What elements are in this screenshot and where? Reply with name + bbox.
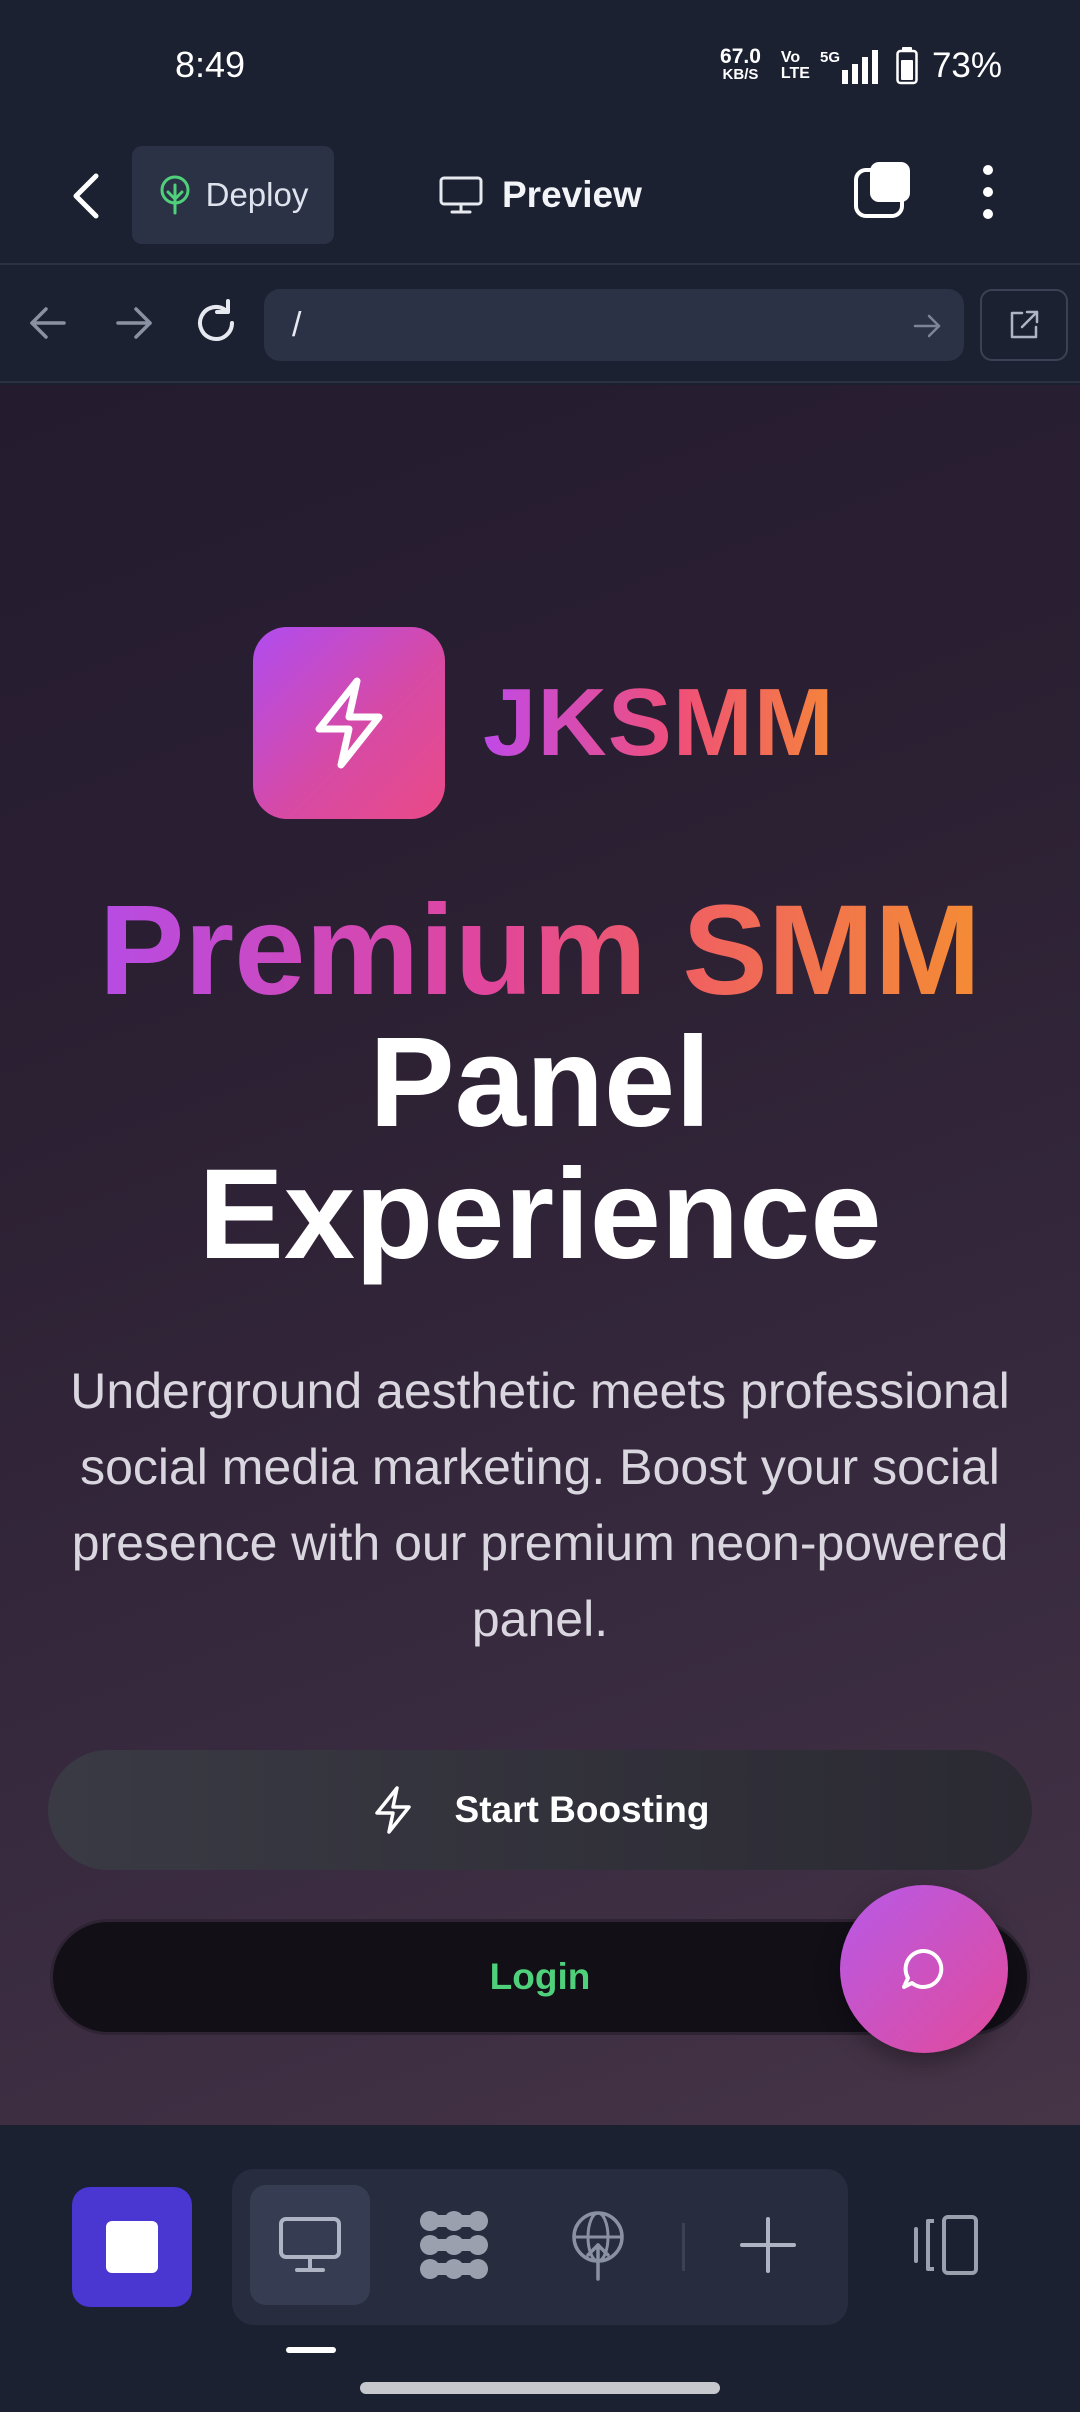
battery-icon (896, 47, 918, 85)
url-text: / (292, 305, 302, 344)
chevron-left-icon[interactable] (62, 166, 110, 226)
start-boosting-label: Start Boosting (454, 1789, 710, 1830)
lightning-icon (315, 677, 383, 769)
network-speed-unit: KB/S (722, 66, 759, 83)
preview-page: JKSMM Premium SMM Panel Experience Under… (0, 385, 1080, 2125)
url-input[interactable]: / (264, 289, 964, 361)
deploy-tree-icon (160, 175, 190, 215)
grid-dots-icon (420, 2211, 488, 2279)
add-tool-button[interactable] (708, 2185, 828, 2305)
tabs-icon[interactable] (852, 158, 916, 222)
signal-icon: 5G (820, 49, 878, 84)
app-header: Deploy Preview (0, 130, 1080, 265)
desktop-tool-button[interactable] (250, 2185, 370, 2305)
chat-bubble-icon (902, 1948, 944, 1989)
publish-tool-button[interactable] (538, 2185, 658, 2305)
tool-divider (682, 2223, 685, 2271)
brand-header: JKSMM (253, 627, 835, 819)
volte-bottom: LTE (780, 65, 810, 82)
network-speed-value: 67.0 (720, 45, 761, 68)
status-time: 8:49 (175, 44, 246, 85)
arrow-left-icon[interactable] (22, 297, 74, 349)
home-indicator[interactable] (360, 2382, 720, 2394)
arrow-right-icon[interactable] (910, 309, 944, 343)
stop-button[interactable] (72, 2187, 192, 2307)
preview-label: Preview (502, 174, 642, 215)
volte-indicator: Vo LTE (781, 50, 810, 82)
active-tool-indicator (286, 2347, 336, 2353)
tool-group (232, 2169, 848, 2325)
apps-tool-button[interactable] (394, 2185, 514, 2305)
deploy-label: Deploy (205, 176, 309, 213)
status-indicators: 67.0 KB/S Vo LTE 5G 73% (720, 46, 1002, 86)
network-speed: 67.0 KB/S (720, 45, 761, 84)
start-boosting-button[interactable]: Start Boosting (48, 1750, 1032, 1870)
hero-heading: Premium SMM Panel Experience (0, 885, 1080, 1281)
hero-line-1: Premium SMM (99, 879, 981, 1022)
logo (253, 627, 445, 819)
status-bar: 8:49 67.0 KB/S Vo LTE 5G 73% (0, 0, 1080, 130)
chat-button[interactable] (840, 1885, 1008, 2053)
signal-label: 5G (820, 49, 840, 66)
deploy-button[interactable]: Deploy (132, 146, 334, 244)
desktop-icon (279, 2217, 341, 2272)
external-link-icon (1010, 310, 1039, 339)
battery-percentage: 73% (931, 46, 1002, 85)
lightning-icon (374, 1786, 411, 1834)
open-external-button[interactable] (980, 289, 1068, 361)
monitor-icon (439, 176, 483, 214)
browser-toolbar: / (0, 265, 1080, 383)
volte-top: Vo (780, 49, 801, 66)
split-panel-icon[interactable] (906, 2211, 986, 2281)
login-label: Login (489, 1956, 591, 1997)
globe-upload-icon (572, 2211, 624, 2281)
arrow-right-icon[interactable] (108, 297, 160, 349)
more-vertical-icon[interactable] (968, 160, 1008, 224)
reload-icon[interactable] (190, 297, 242, 349)
hero-line-2: Panel (369, 1011, 711, 1154)
hero-line-3: Experience (198, 1143, 882, 1286)
plus-icon (740, 2217, 796, 2273)
hero-subtitle: Underground aesthetic meets professional… (70, 1363, 1010, 1647)
brand-name: JKSMM (483, 669, 835, 776)
tab-preview[interactable]: Preview (438, 160, 642, 230)
stop-icon (106, 2221, 158, 2273)
bottom-toolbar (0, 2125, 1080, 2412)
